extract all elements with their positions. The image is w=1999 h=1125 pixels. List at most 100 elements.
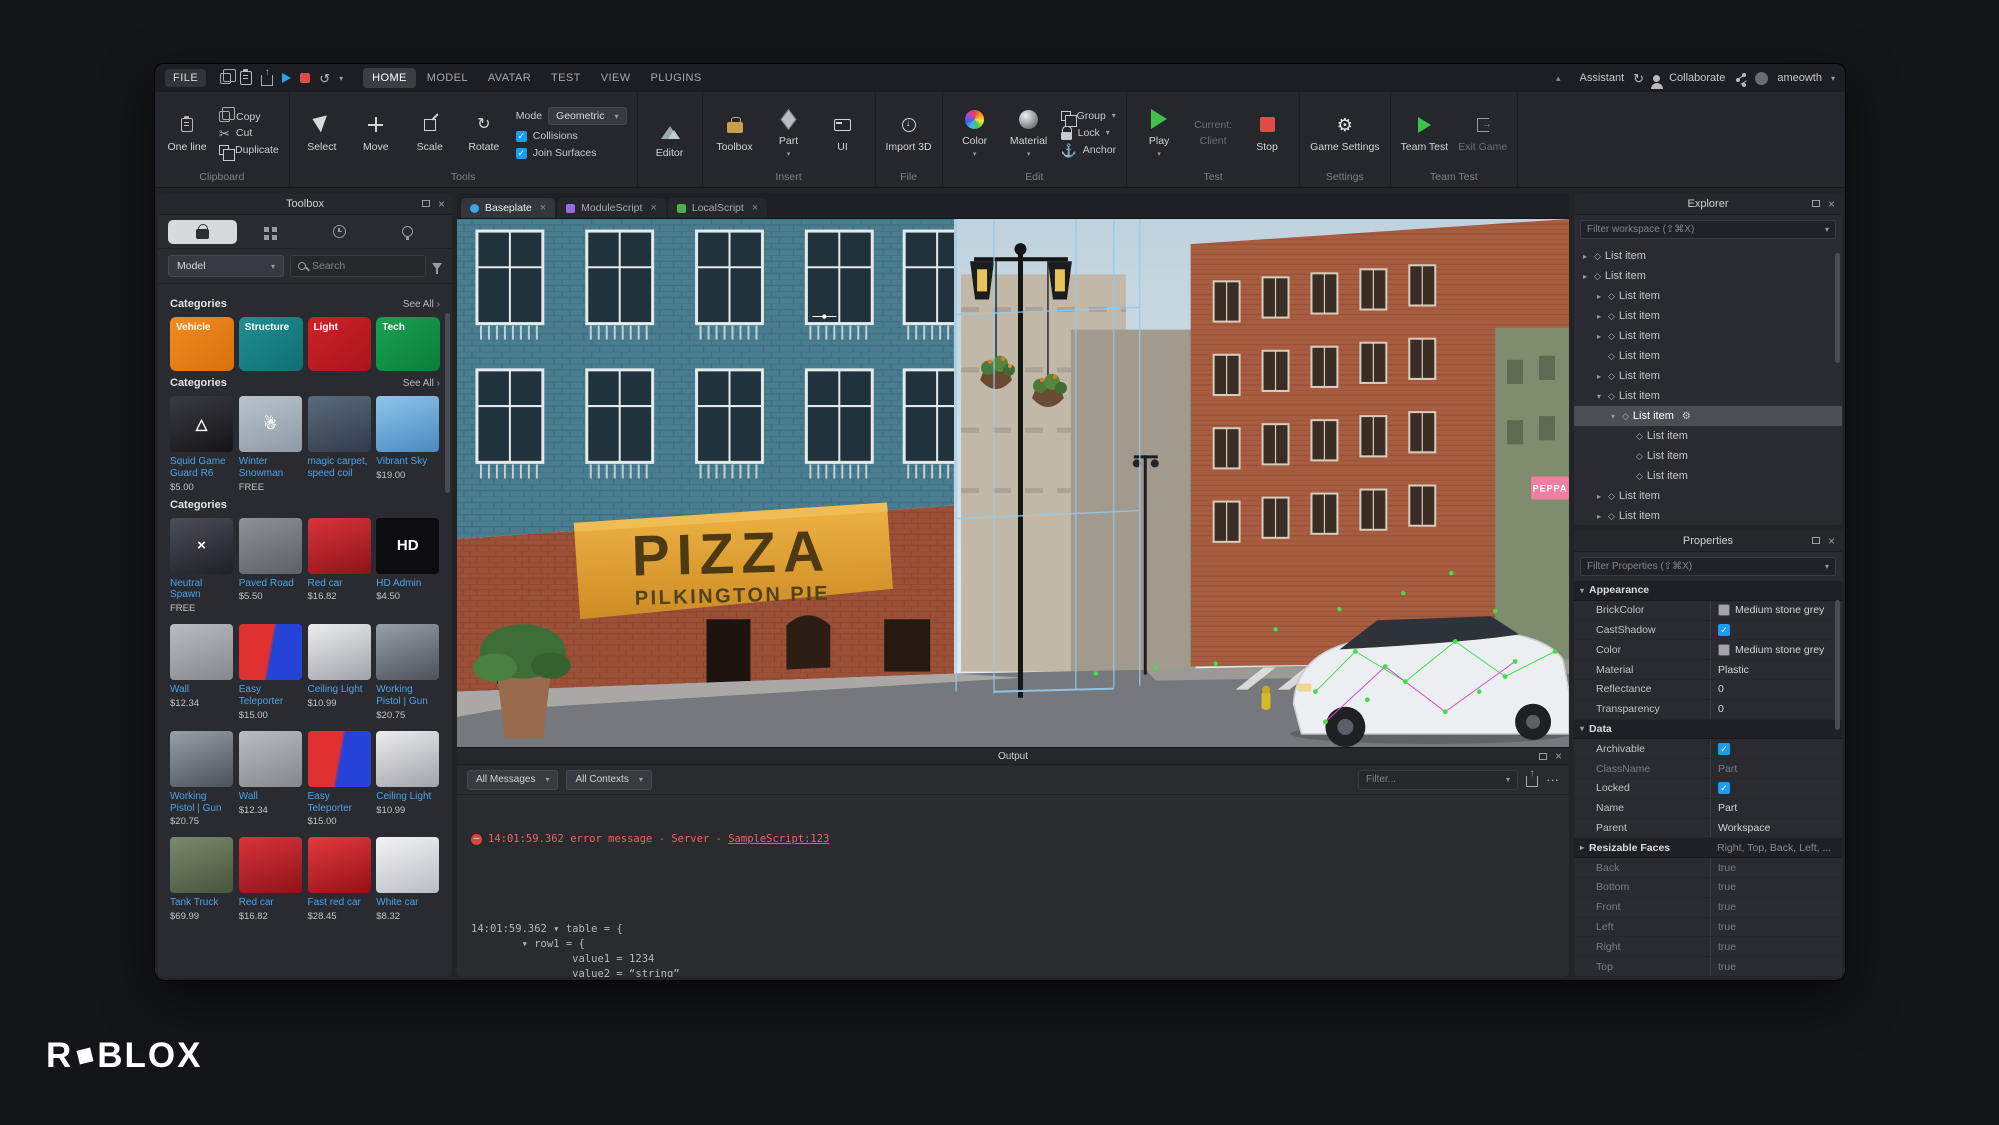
expand-arrow-icon[interactable]: [1594, 292, 1604, 301]
property-row[interactable]: Front true: [1574, 898, 1842, 918]
tree-item[interactable]: ◇ List item: [1574, 446, 1842, 466]
collapse-ribbon-icon[interactable]: ▴: [1556, 73, 1561, 84]
category-card[interactable]: Structure: [239, 317, 303, 371]
float-panel-icon[interactable]: [422, 200, 430, 207]
section-arrow-icon[interactable]: [1580, 586, 1584, 595]
gear-icon[interactable]: ⚙: [1682, 411, 1691, 422]
property-row[interactable]: Parent Workspace: [1574, 819, 1842, 839]
expand-arrow-icon[interactable]: [1608, 412, 1618, 421]
toolbox-item[interactable]: Red car $16.82: [239, 837, 302, 922]
property-value[interactable]: ✓: [1710, 621, 1842, 640]
property-row[interactable]: Locked ✓: [1574, 779, 1842, 799]
expand-arrow-icon[interactable]: [1594, 312, 1604, 321]
tree-item[interactable]: ◇ List item: [1574, 246, 1842, 266]
menu-tab[interactable]: MODEL: [418, 68, 477, 88]
float-panel-icon[interactable]: [1539, 753, 1547, 760]
filter-funnel-icon[interactable]: [432, 263, 442, 270]
property-value[interactable]: Plastic: [1710, 660, 1842, 679]
section-arrow-icon[interactable]: [1580, 843, 1584, 852]
toolbox-item[interactable]: Fast red car $28.45: [308, 837, 371, 922]
tree-item[interactable]: ◇ List item: [1574, 506, 1842, 525]
menu-tab[interactable]: VIEW: [592, 68, 640, 88]
property-row[interactable]: Transparency 0: [1574, 700, 1842, 720]
toolbox-item[interactable]: Working Pistol | Gun $20.75: [376, 624, 439, 721]
toolbox-item[interactable]: Wall $12.34: [239, 731, 302, 828]
move-tool-button[interactable]: Move: [354, 113, 398, 153]
property-row[interactable]: Archivable ✓: [1574, 739, 1842, 759]
rotate-tool-button[interactable]: ↻ Rotate: [462, 113, 506, 153]
expand-arrow-icon[interactable]: [1580, 252, 1590, 261]
user-menu[interactable]: ameowth: [1777, 72, 1822, 84]
property-value[interactable]: ✓: [1710, 779, 1842, 798]
mode-dropdown[interactable]: Geometric▾: [548, 107, 626, 125]
property-row[interactable]: Resizable Faces Right, Top, Back, Left, …: [1574, 838, 1842, 858]
play-icon[interactable]: [282, 73, 291, 83]
output-filter-input[interactable]: [1366, 774, 1500, 785]
close-icon[interactable]: ×: [1555, 750, 1562, 762]
stop-button[interactable]: Stop: [1245, 113, 1289, 153]
see-all-link[interactable]: See All ›: [403, 299, 440, 310]
play-button[interactable]: Play ▾: [1137, 107, 1181, 158]
exit-game-button[interactable]: Exit Game: [1458, 113, 1507, 153]
properties-filter-input[interactable]: [1587, 561, 1819, 572]
property-value[interactable]: Medium stone grey: [1710, 640, 1842, 659]
properties-scrollbar[interactable]: [1835, 600, 1840, 730]
tree-item[interactable]: ◇ List item: [1574, 286, 1842, 306]
team-test-button[interactable]: Team Test: [1401, 113, 1449, 153]
property-value[interactable]: Part: [1710, 759, 1842, 778]
publish-icon[interactable]: [261, 75, 273, 86]
toolbox-item[interactable]: Working Pistol | Gun $20.75: [170, 731, 233, 828]
category-card[interactable]: Tech: [376, 317, 440, 371]
property-value[interactable]: true: [1710, 937, 1842, 956]
property-value[interactable]: Part: [1710, 799, 1842, 818]
viewport[interactable]: PEPPA: [457, 219, 1569, 747]
toolbox-item[interactable]: Easy Teleporter $15.00: [308, 731, 371, 828]
property-value[interactable]: 0: [1710, 700, 1842, 719]
select-tool-button[interactable]: Select: [300, 113, 344, 153]
tab-recent[interactable]: [305, 220, 374, 244]
expand-arrow-icon[interactable]: [1580, 272, 1590, 281]
property-row[interactable]: BrickColor Medium stone grey: [1574, 601, 1842, 621]
asset-type-dropdown[interactable]: Model▾: [168, 255, 284, 277]
close-icon[interactable]: ×: [752, 202, 758, 214]
toolbox-item[interactable]: Red car $16.82: [308, 518, 371, 615]
toolbox-item[interactable]: Wall $12.34: [170, 624, 233, 721]
search-input[interactable]: [312, 260, 418, 272]
property-value[interactable]: Medium stone grey: [1710, 601, 1842, 620]
close-icon[interactable]: ×: [438, 198, 445, 210]
terrain-editor-button[interactable]: Editor: [648, 119, 692, 159]
toolbox-item[interactable]: Paved Road $5.50: [239, 518, 302, 615]
property-row[interactable]: Right true: [1574, 937, 1842, 957]
menu-tab[interactable]: PLUGINS: [641, 68, 710, 88]
toolbox-item[interactable]: HD HD Admin $4.50: [376, 518, 439, 615]
property-row[interactable]: Color Medium stone grey: [1574, 640, 1842, 660]
toolbox-scrollbar[interactable]: [445, 313, 450, 493]
property-value[interactable]: true: [1710, 898, 1842, 917]
part-button[interactable]: Part ▾: [767, 107, 811, 158]
expand-arrow-icon[interactable]: [1594, 332, 1604, 341]
share-icon[interactable]: [1736, 78, 1740, 82]
property-row[interactable]: Material Plastic: [1574, 660, 1842, 680]
lock-button[interactable]: Lock▾: [1061, 126, 1116, 140]
property-row[interactable]: Reflectance 0: [1574, 680, 1842, 700]
property-row[interactable]: Top true: [1574, 957, 1842, 977]
chevron-down-icon[interactable]: ▾: [339, 74, 343, 83]
more-options-icon[interactable]: ···: [1546, 773, 1559, 786]
save-log-icon[interactable]: [1526, 776, 1538, 787]
property-value[interactable]: true: [1710, 957, 1842, 976]
tree-item[interactable]: ◇ List item: [1574, 326, 1842, 346]
menu-tab[interactable]: TEST: [542, 68, 590, 88]
close-icon[interactable]: ×: [1828, 198, 1835, 210]
group-button[interactable]: Group▾: [1061, 110, 1116, 122]
expand-arrow-icon[interactable]: [1594, 392, 1604, 401]
document-tab[interactable]: Baseplate ×: [461, 198, 555, 218]
property-value[interactable]: Right, Top, Back, Left, ...: [1710, 838, 1842, 857]
toolbox-item[interactable]: Tank Truck $69.99: [170, 837, 233, 922]
toolbox-item[interactable]: Ceiling Light $10.99: [308, 624, 371, 721]
tree-item[interactable]: ◇ List item ⚙: [1574, 406, 1842, 426]
duplicate-button[interactable]: Duplicate: [219, 144, 279, 156]
record-icon[interactable]: [300, 73, 310, 83]
property-row[interactable]: Left true: [1574, 918, 1842, 938]
close-icon[interactable]: ×: [540, 202, 546, 214]
property-value[interactable]: Workspace: [1710, 819, 1842, 838]
